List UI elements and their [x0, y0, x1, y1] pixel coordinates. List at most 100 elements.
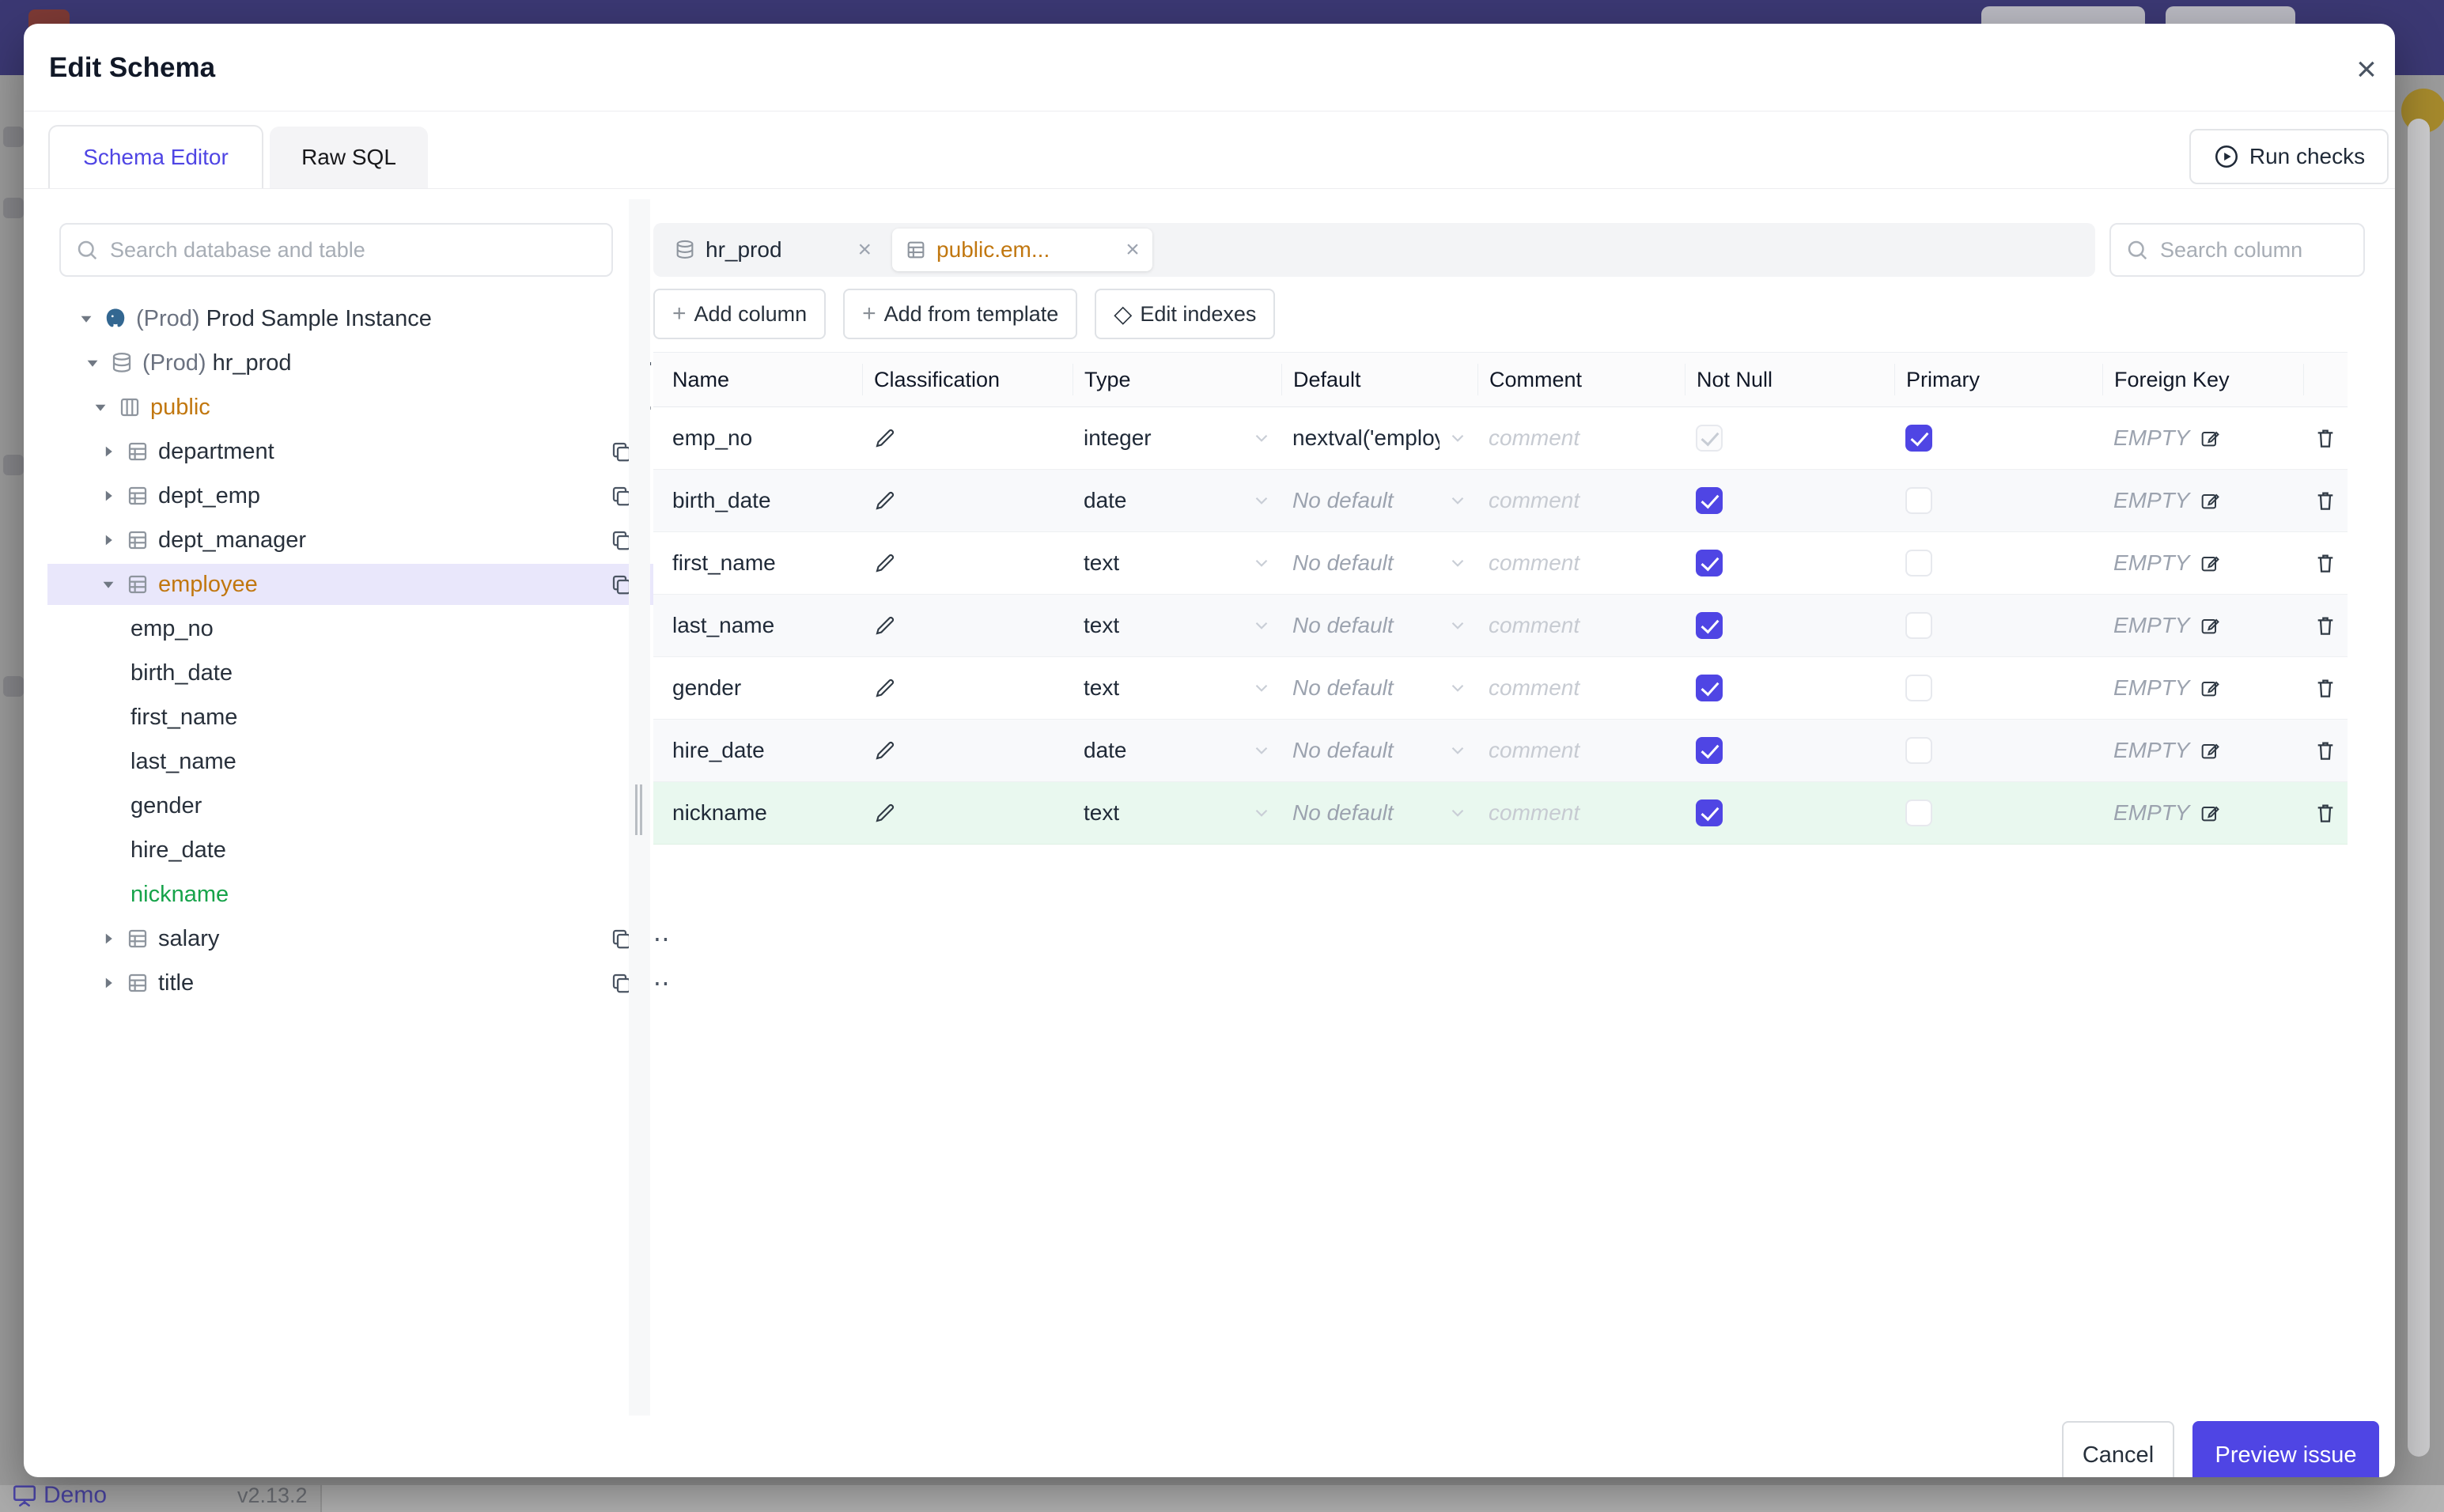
chevron-right-icon[interactable] [98, 977, 119, 989]
edit-foreign-key-icon[interactable] [2199, 490, 2221, 512]
add-from-template-button[interactable]: + Add from template [843, 289, 1078, 339]
pencil-icon[interactable] [873, 489, 897, 512]
tree-item-table-salary[interactable]: salary ⋯ [47, 918, 679, 959]
not-null-checkbox[interactable] [1696, 487, 1723, 514]
preview-issue-button[interactable]: Preview issue [2192, 1421, 2379, 1477]
not-null-checkbox[interactable] [1696, 612, 1723, 639]
edit-foreign-key-icon[interactable] [2199, 552, 2221, 574]
chevron-right-icon[interactable] [98, 490, 119, 502]
column-name[interactable]: hire_date [672, 738, 765, 763]
page-scrollbar[interactable] [2408, 119, 2430, 1457]
tab-raw-sql[interactable]: Raw SQL [270, 127, 428, 188]
tree-column-birth-date[interactable]: birth_date [47, 652, 712, 694]
editor-tab-hr-prod[interactable]: hr_prod × [661, 229, 884, 271]
pencil-icon[interactable] [873, 739, 897, 762]
tree-item-instance[interactable]: (Prod) Prod Sample Instance [47, 298, 657, 339]
not-null-checkbox[interactable] [1696, 737, 1723, 764]
comment-input[interactable]: comment [1489, 425, 1580, 451]
panel-resizer[interactable] [629, 199, 650, 1416]
default-select[interactable]: No default [1281, 613, 1477, 638]
editor-tab-public-employee[interactable]: public.em... × [892, 229, 1152, 271]
trash-icon[interactable] [2313, 675, 2338, 701]
comment-input[interactable]: comment [1489, 613, 1580, 638]
column-name[interactable]: gender [672, 675, 741, 701]
database-search-input[interactable] [108, 236, 597, 263]
type-select[interactable]: date [1073, 488, 1281, 513]
chevron-right-icon[interactable] [98, 445, 119, 458]
tree-item-table-title[interactable]: title ⋯ [47, 962, 679, 1004]
primary-checkbox[interactable] [1905, 550, 1932, 576]
primary-checkbox[interactable] [1905, 737, 1932, 764]
chevron-down-icon[interactable] [82, 357, 103, 369]
edit-foreign-key-icon[interactable] [2199, 614, 2221, 637]
pencil-icon[interactable] [873, 676, 897, 700]
edit-foreign-key-icon[interactable] [2199, 677, 2221, 699]
chevron-down-icon[interactable] [98, 578, 119, 591]
tree-column-nickname-added[interactable]: nickname [47, 874, 712, 915]
primary-checkbox[interactable] [1905, 487, 1932, 514]
comment-input[interactable]: comment [1489, 675, 1580, 701]
trash-icon[interactable] [2313, 613, 2338, 638]
default-select[interactable]: No default [1281, 800, 1477, 826]
tree-column-gender[interactable]: gender [47, 785, 712, 826]
tree-item-table-dept-manager[interactable]: dept_manager ⋯ [47, 520, 679, 561]
trash-icon[interactable] [2313, 738, 2338, 763]
tree-item-schema-public[interactable]: public ⋯ [47, 387, 672, 428]
pencil-icon[interactable] [873, 551, 897, 575]
not-null-checkbox[interactable] [1696, 799, 1723, 826]
cancel-button[interactable]: Cancel [2062, 1421, 2174, 1477]
tree-item-table-dept-emp[interactable]: dept_emp ⋯ [47, 475, 679, 516]
chevron-down-icon[interactable] [76, 312, 96, 325]
run-checks-button[interactable]: Run checks [2189, 129, 2389, 184]
default-select[interactable]: No default [1281, 738, 1477, 763]
type-select[interactable]: text [1073, 675, 1281, 701]
edit-indexes-button[interactable]: ◇ Edit indexes [1095, 289, 1276, 339]
primary-checkbox[interactable] [1905, 425, 1932, 452]
tree-column-emp-no[interactable]: emp_no [47, 608, 712, 649]
primary-checkbox[interactable] [1905, 799, 1932, 826]
column-search[interactable] [2109, 223, 2395, 277]
column-name[interactable]: emp_no [672, 425, 752, 451]
column-name[interactable]: birth_date [672, 488, 771, 513]
not-null-checkbox[interactable] [1696, 675, 1723, 701]
trash-icon[interactable] [2313, 800, 2338, 826]
column-search-input[interactable] [2158, 236, 2395, 263]
not-null-checkbox[interactable] [1696, 550, 1723, 576]
primary-checkbox[interactable] [1905, 612, 1932, 639]
pencil-icon[interactable] [873, 801, 897, 825]
close-tab-icon[interactable]: × [858, 236, 872, 263]
type-select[interactable]: text [1073, 800, 1281, 826]
chevron-right-icon[interactable] [98, 932, 119, 945]
tree-item-table-employee-selected[interactable]: employee ⋯ [47, 564, 679, 605]
type-select[interactable]: date [1073, 738, 1281, 763]
default-select[interactable]: No default [1281, 675, 1477, 701]
pencil-icon[interactable] [873, 426, 897, 450]
trash-icon[interactable] [2313, 488, 2338, 513]
database-search[interactable] [59, 223, 613, 277]
chevron-down-icon[interactable] [90, 401, 111, 414]
edit-foreign-key-icon[interactable] [2199, 802, 2221, 824]
edit-foreign-key-icon[interactable] [2199, 427, 2221, 449]
column-name[interactable]: last_name [672, 613, 774, 638]
pencil-icon[interactable] [873, 614, 897, 637]
default-select[interactable]: No default [1281, 488, 1477, 513]
column-name[interactable]: first_name [672, 550, 776, 576]
type-select[interactable]: text [1073, 613, 1281, 638]
default-select[interactable]: No default [1281, 550, 1477, 576]
tree-column-last-name[interactable]: last_name [47, 741, 712, 782]
tree-column-hire-date[interactable]: hire_date [47, 830, 712, 871]
column-name[interactable]: nickname [672, 800, 767, 826]
primary-checkbox[interactable] [1905, 675, 1932, 701]
tree-column-first-name[interactable]: first_name [47, 697, 712, 738]
edit-foreign-key-icon[interactable] [2199, 739, 2221, 762]
add-column-button[interactable]: + Add column [653, 289, 827, 339]
comment-input[interactable]: comment [1489, 550, 1580, 576]
tab-schema-editor[interactable]: Schema Editor [48, 125, 263, 188]
type-select[interactable]: integer [1073, 425, 1281, 451]
trash-icon[interactable] [2313, 550, 2338, 576]
trash-icon[interactable] [2313, 425, 2338, 451]
close-tab-icon[interactable]: × [1126, 236, 1140, 263]
comment-input[interactable]: comment [1489, 488, 1580, 513]
comment-input[interactable]: comment [1489, 738, 1580, 763]
default-select[interactable]: nextval('employ [1281, 425, 1477, 451]
